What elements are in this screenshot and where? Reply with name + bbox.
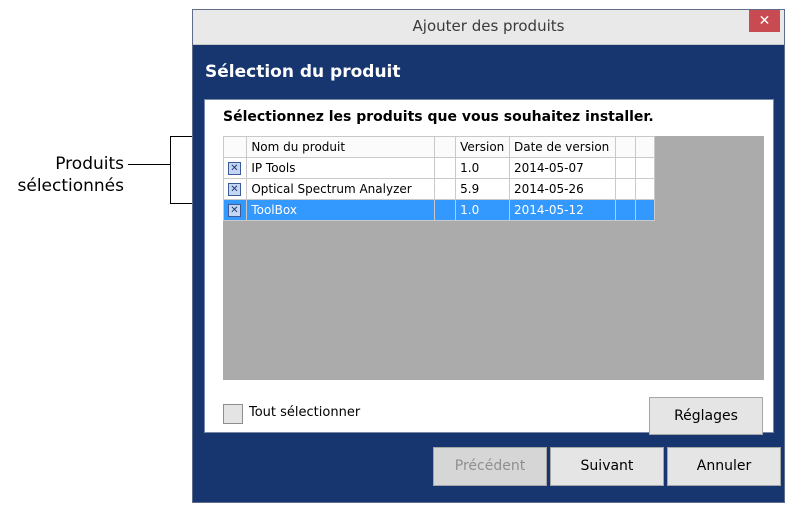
release-date-cell: 2014-05-12 [508,199,617,221]
add-products-dialog: Ajouter des produits ✕ Sélection du prod… [192,9,785,503]
table-header-row: Nom du produit Version Date de version [222,136,656,158]
product-name-cell: ToolBox [246,199,435,221]
row-checkbox-cell[interactable]: ✕ [222,199,248,221]
extra-cell [634,157,656,179]
header-release-date[interactable]: Date de version [508,136,617,158]
version-cell: 1.0 [455,199,510,221]
page-heading: Sélection du produit [205,62,401,82]
next-button[interactable]: Suivant [550,447,664,486]
header-extra-1 [615,136,636,158]
version-cell: 1.0 [455,157,510,179]
row-checkbox-cell[interactable]: ✕ [222,178,248,200]
extra-cell [634,199,656,221]
callout-line-1: Produits [55,154,124,174]
product-name-cell: IP Tools [246,157,435,179]
extra-cell [615,157,636,179]
callout-pointer [128,164,171,165]
release-date-cell: 2014-05-07 [508,157,617,179]
row-checkbox[interactable]: ✕ [228,162,241,175]
header-version[interactable]: Version [455,136,510,158]
instruction-text: Sélectionnez les produits que vous souha… [223,109,654,125]
callout-label: Produits sélectionnés [6,153,125,197]
row-checkbox[interactable]: ✕ [228,204,241,217]
spacer-cell [433,157,457,179]
content-panel: Sélectionnez les produits que vous souha… [204,99,774,435]
row-checkbox[interactable]: ✕ [228,183,241,196]
header-checkbox-col [222,136,248,158]
header-product-name[interactable]: Nom du produit [246,136,435,158]
spacer-cell [433,199,457,221]
close-button[interactable]: ✕ [749,10,780,32]
settings-button[interactable]: Réglages [649,397,763,435]
extra-cell [615,178,636,200]
spacer-cell [433,178,457,200]
table-row[interactable]: ✕ Optical Spectrum Analyzer 5.9 2014-05-… [222,178,656,200]
product-name-cell: Optical Spectrum Analyzer [246,178,435,200]
extra-cell [615,199,636,221]
product-table: Nom du produit Version Date de version ✕… [222,136,656,221]
window-title: Ajouter des produits [412,17,565,35]
table-row-selected[interactable]: ✕ ToolBox 1.0 2014-05-12 [222,199,656,221]
callout-line-2: sélectionnés [17,176,125,196]
callout-bracket [170,136,171,204]
release-date-cell: 2014-05-26 [508,178,617,200]
select-all-label: Tout sélectionner [249,405,361,420]
table-row[interactable]: ✕ IP Tools 1.0 2014-05-07 [222,157,656,179]
extra-cell [634,178,656,200]
previous-button[interactable]: Précédent [433,447,547,486]
select-all-box[interactable] [223,404,243,424]
version-cell: 5.9 [455,178,510,200]
header-spacer [433,136,457,158]
cancel-button[interactable]: Annuler [667,447,781,486]
header-extra-2 [634,136,656,158]
product-grid: Nom du produit Version Date de version ✕… [222,136,764,380]
title-bar: Ajouter des produits ✕ [193,10,784,45]
row-checkbox-cell[interactable]: ✕ [222,157,248,179]
